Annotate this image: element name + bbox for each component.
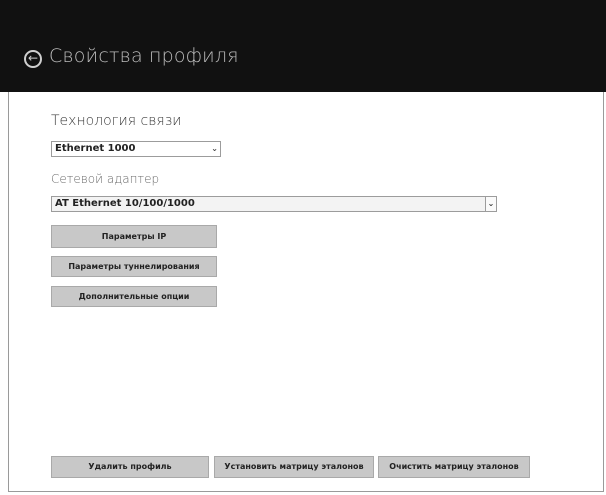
tech-label: Технология связи [51, 113, 182, 129]
adapter-label: Сетевой адаптер [51, 172, 160, 186]
ip-params-button[interactable]: Параметры IP [51, 225, 217, 248]
chevron-down-icon[interactable]: ⌄ [485, 197, 496, 211]
tech-select-value: Ethernet 1000 [55, 143, 136, 154]
set-matrix-button[interactable]: Установить матрицу эталонов [214, 456, 374, 478]
delete-profile-button[interactable]: Удалить профиль [51, 456, 209, 478]
back-arrow-icon[interactable]: ← [24, 50, 42, 68]
adapter-select-value: AT Ethernet 10/100/1000 [55, 198, 195, 209]
clear-matrix-button[interactable]: Очистить матрицу эталонов [378, 456, 530, 478]
adapter-select[interactable]: AT Ethernet 10/100/1000 ⌄ [51, 196, 497, 212]
chevron-down-icon: ⌄ [211, 144, 218, 153]
extra-options-button[interactable]: Дополнительные опции [51, 286, 217, 307]
tunneling-params-button[interactable]: Параметры туннелирования [51, 256, 217, 277]
page-title: Свойства профиля [49, 45, 239, 67]
title-bar: ← Свойства профиля [0, 0, 606, 92]
tech-select[interactable]: Ethernet 1000 ⌄ [51, 141, 221, 157]
